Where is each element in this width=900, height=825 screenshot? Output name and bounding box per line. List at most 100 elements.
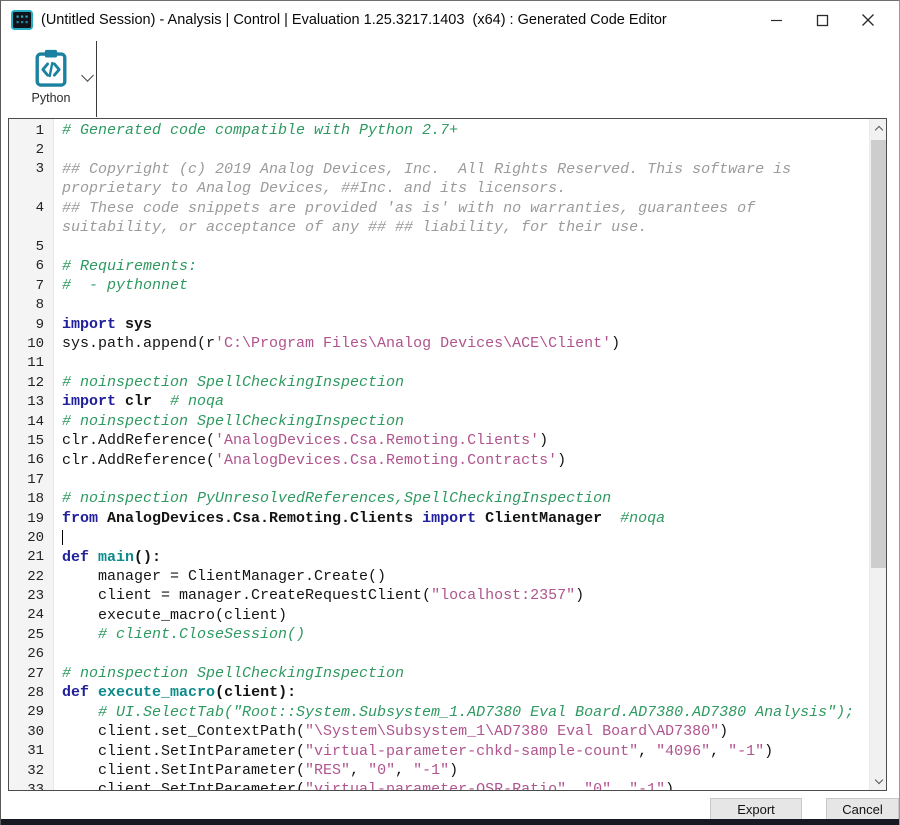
code-text: client.SetIntParameter("virtual-paramete…: [54, 742, 871, 761]
code-line[interactable]: 3## Copyright (c) 2019 Analog Devices, I…: [9, 160, 871, 179]
code-text: clr.AddReference('AnalogDevices.Csa.Remo…: [54, 451, 871, 470]
code-line[interactable]: 24 execute_macro(client): [9, 606, 871, 625]
code-line[interactable]: 32 client.SetIntParameter("RES", "0", "-…: [9, 761, 871, 780]
line-number: 26: [9, 646, 54, 662]
code-editor[interactable]: 1# Generated code compatible with Python…: [8, 118, 887, 791]
code-text: def execute_macro(client):: [54, 683, 871, 702]
maximize-icon: [816, 14, 829, 27]
code-line[interactable]: proprietary to Analog Devices, ##Inc. an…: [9, 179, 871, 198]
code-text: # noinspection SpellCheckingInspection: [54, 373, 871, 392]
line-number: 6: [9, 258, 54, 274]
code-line[interactable]: 1# Generated code compatible with Python…: [9, 121, 871, 140]
code-line[interactable]: 4## These code snippets are provided 'as…: [9, 199, 871, 218]
code-line[interactable]: 15clr.AddReference('AnalogDevices.Csa.Re…: [9, 431, 871, 450]
code-line[interactable]: 19from AnalogDevices.Csa.Remoting.Client…: [9, 509, 871, 528]
scroll-up-button[interactable]: [870, 119, 887, 137]
code-line[interactable]: 30 client.set_ContextPath("\System\Subsy…: [9, 722, 871, 741]
line-number: 12: [9, 375, 54, 391]
line-number: 8: [9, 297, 54, 313]
code-text: client.SetIntParameter("virtual-paramete…: [54, 780, 871, 791]
code-line[interactable]: 12# noinspection SpellCheckingInspection: [9, 373, 871, 392]
line-number: 9: [9, 317, 54, 333]
code-text: client = manager.CreateRequestClient("lo…: [54, 586, 871, 605]
code-text: # client.CloseSession(): [54, 625, 871, 644]
code-line[interactable]: 8: [9, 296, 871, 315]
line-number: 23: [9, 588, 54, 604]
code-text: # - pythonnet: [54, 276, 871, 295]
code-line[interactable]: 10sys.path.append(r'C:\Program Files\Ana…: [9, 334, 871, 353]
code-line[interactable]: 27# noinspection SpellCheckingInspection: [9, 664, 871, 683]
window-controls: [753, 1, 891, 39]
line-number: 1: [9, 123, 54, 139]
line-number: 33: [9, 782, 54, 791]
chevron-down-icon[interactable]: [81, 69, 94, 82]
line-number: 18: [9, 491, 54, 507]
code-text: client.set_ContextPath("\System\Subsyste…: [54, 722, 871, 741]
code-line[interactable]: 29 # UI.SelectTab("Root::System.Subsyste…: [9, 703, 871, 722]
line-number: 15: [9, 433, 54, 449]
cancel-button[interactable]: Cancel: [826, 798, 899, 821]
line-number: 30: [9, 724, 54, 740]
code-text: # Generated code compatible with Python …: [54, 121, 871, 140]
code-line[interactable]: 22 manager = ClientManager.Create(): [9, 567, 871, 586]
code-text: # noinspection PyUnresolvedReferences,Sp…: [54, 489, 871, 508]
python-label: Python: [23, 91, 79, 105]
code-line[interactable]: 25 # client.CloseSession(): [9, 625, 871, 644]
code-line[interactable]: 14# noinspection SpellCheckingInspection: [9, 412, 871, 431]
code-line[interactable]: 23 client = manager.CreateRequestClient(…: [9, 586, 871, 605]
code-line[interactable]: 18# noinspection PyUnresolvedReferences,…: [9, 489, 871, 508]
code-line[interactable]: 21def main():: [9, 548, 871, 567]
code-line[interactable]: 5: [9, 237, 871, 256]
window-title: (Untitled Session) - Analysis | Control …: [41, 1, 667, 39]
bottom-dark-strip: [1, 819, 900, 825]
chevron-up-icon: [874, 125, 882, 133]
line-number: 2: [9, 142, 54, 158]
maximize-button[interactable]: [799, 1, 845, 39]
line-number: 3: [9, 161, 54, 177]
app-chip-icon: [11, 10, 33, 30]
toolbar: Python: [1, 39, 899, 118]
close-button[interactable]: [845, 1, 891, 39]
code-line[interactable]: 11: [9, 354, 871, 373]
code-text: def main():: [54, 548, 871, 567]
scroll-down-button[interactable]: [870, 772, 887, 790]
line-number: 19: [9, 511, 54, 527]
code-line[interactable]: 20: [9, 528, 871, 547]
code-line[interactable]: 28def execute_macro(client):: [9, 683, 871, 702]
code-line[interactable]: 13import clr # noqa: [9, 392, 871, 411]
vertical-scrollbar[interactable]: [869, 119, 886, 790]
minimize-button[interactable]: [753, 1, 799, 39]
clipboard-code-icon: [34, 49, 68, 87]
code-line[interactable]: 31 client.SetIntParameter("virtual-param…: [9, 742, 871, 761]
code-line[interactable]: 7# - pythonnet: [9, 276, 871, 295]
code-line[interactable]: 2: [9, 140, 871, 159]
code-line[interactable]: 6# Requirements:: [9, 257, 871, 276]
code-text: ## Copyright (c) 2019 Analog Devices, In…: [54, 160, 871, 179]
code-text: manager = ClientManager.Create(): [54, 567, 871, 586]
code-text: import clr # noqa: [54, 392, 871, 411]
code-line[interactable]: 17: [9, 470, 871, 489]
code-line[interactable]: 16clr.AddReference('AnalogDevices.Csa.Re…: [9, 451, 871, 470]
code-text: # UI.SelectTab("Root::System.Subsystem_1…: [54, 703, 871, 722]
code-text: import sys: [54, 315, 871, 334]
code-line[interactable]: 26: [9, 645, 871, 664]
code-rows: 1# Generated code compatible with Python…: [9, 121, 871, 791]
line-number: 22: [9, 569, 54, 585]
python-language-button[interactable]: Python: [23, 47, 79, 115]
line-number: 24: [9, 607, 54, 623]
title-bar: (Untitled Session) - Analysis | Control …: [1, 1, 899, 39]
code-text: ## These code snippets are provided 'as …: [54, 199, 871, 218]
code-line[interactable]: suitability, or acceptance of any ## ## …: [9, 218, 871, 237]
code-text: # noinspection SpellCheckingInspection: [54, 664, 871, 683]
code-text: # Requirements:: [54, 257, 871, 276]
code-line[interactable]: 9import sys: [9, 315, 871, 334]
code-text: client.SetIntParameter("RES", "0", "-1"): [54, 761, 871, 780]
scrollbar-thumb[interactable]: [871, 140, 886, 568]
generated-code-editor-window: (Untitled Session) - Analysis | Control …: [0, 0, 900, 825]
code-line[interactable]: 33 client.SetIntParameter("virtual-param…: [9, 780, 871, 791]
export-button[interactable]: Export: [710, 798, 802, 821]
line-number: 4: [9, 200, 54, 216]
line-number: 21: [9, 549, 54, 565]
line-number: 17: [9, 472, 54, 488]
code-text: proprietary to Analog Devices, ##Inc. an…: [54, 179, 871, 198]
